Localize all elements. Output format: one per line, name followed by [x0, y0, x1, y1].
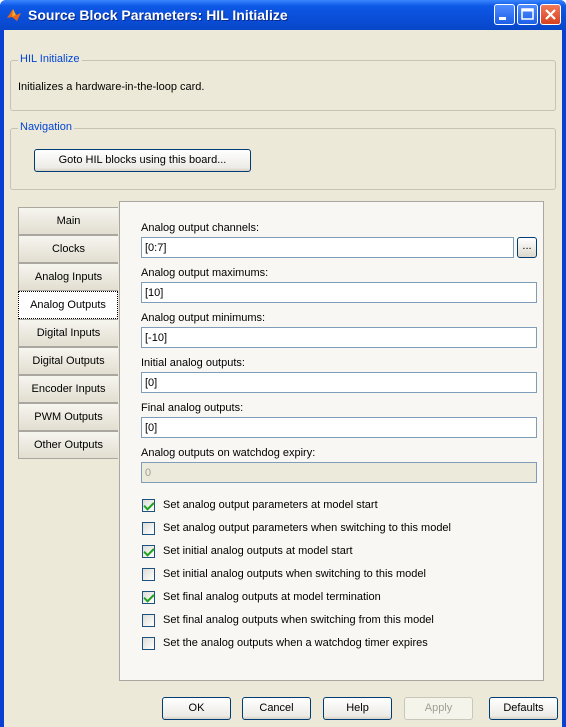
channels-label: Analog output channels: — [141, 222, 260, 234]
close-button[interactable] — [540, 4, 561, 25]
tab-analog-outputs[interactable]: Analog Outputs — [18, 291, 118, 319]
checkbox-set-params-at-start[interactable] — [142, 499, 155, 512]
description-group: HIL Initialize Initializes a hardware-in… — [10, 53, 556, 111]
tab-digital-inputs[interactable]: Digital Inputs — [18, 319, 118, 347]
checkbox-label: Set initial analog outputs at model star… — [163, 545, 353, 557]
dialog-window: Source Block Parameters: HIL Initialize … — [0, 0, 566, 727]
tab-main[interactable]: Main — [18, 207, 118, 235]
minimums-input[interactable] — [141, 327, 537, 348]
maximums-label: Analog output maximums: — [141, 267, 269, 279]
analog-outputs-panel: Analog output channels: ... Analog outpu… — [119, 201, 544, 681]
tab-digital-outputs[interactable]: Digital Outputs — [18, 347, 118, 375]
tab-analog-inputs[interactable]: Analog Inputs — [18, 263, 118, 291]
checkbox-label: Set the analog outputs when a watchdog t… — [163, 637, 428, 649]
goto-hil-blocks-button[interactable]: Goto HIL blocks using this board... — [34, 149, 251, 172]
checkbox-final-at-termination[interactable] — [142, 591, 155, 604]
maximize-icon — [521, 8, 534, 20]
window-title: Source Block Parameters: HIL Initialize — [28, 7, 288, 23]
matlab-logo-icon — [7, 9, 21, 21]
title-bar[interactable]: Source Block Parameters: HIL Initialize — [0, 0, 566, 30]
maximums-input[interactable] — [141, 282, 537, 303]
minimize-button[interactable] — [494, 4, 515, 25]
tab-other-outputs[interactable]: Other Outputs — [18, 431, 118, 459]
initial-outputs-label: Initial analog outputs: — [141, 357, 245, 369]
description-text: Initializes a hardware-in-the-loop card. — [18, 81, 205, 93]
channels-browse-button[interactable]: ... — [517, 237, 537, 258]
checkbox-initial-on-switch[interactable] — [142, 568, 155, 581]
final-outputs-input[interactable] — [141, 417, 537, 438]
checkbox-label: Set final analog outputs when switching … — [163, 614, 434, 626]
minimums-label: Analog output minimums: — [141, 312, 266, 324]
channels-input[interactable] — [141, 237, 514, 258]
window-right-border — [562, 30, 566, 727]
checkbox-set-params-on-switch[interactable] — [142, 522, 155, 535]
checkbox-watchdog-expiry[interactable] — [142, 637, 155, 650]
tab-encoder-inputs[interactable]: Encoder Inputs — [18, 375, 118, 403]
checkbox-final-on-switch[interactable] — [142, 614, 155, 627]
maximize-button[interactable] — [517, 4, 538, 25]
ok-button[interactable]: OK — [162, 697, 231, 720]
apply-button[interactable]: Apply — [404, 697, 473, 720]
checkbox-label: Set analog output parameters when switch… — [163, 522, 451, 534]
minimize-icon — [499, 17, 506, 20]
navigation-group: Navigation Goto HIL blocks using this bo… — [10, 121, 556, 190]
help-button[interactable]: Help — [323, 697, 392, 720]
initial-outputs-input[interactable] — [141, 372, 537, 393]
dialog-client-area: HIL Initialize Initializes a hardware-in… — [4, 30, 562, 727]
navigation-group-label: Navigation — [18, 121, 74, 133]
checkbox-label: Set analog output parameters at model st… — [163, 499, 378, 511]
watchdog-outputs-input — [141, 462, 537, 483]
tab-pwm-outputs[interactable]: PWM Outputs — [18, 403, 118, 431]
checkbox-label: Set final analog outputs at model termin… — [163, 591, 381, 603]
watchdog-outputs-label: Analog outputs on watchdog expiry: — [141, 447, 316, 459]
description-group-label: HIL Initialize — [18, 53, 82, 65]
tab-clocks[interactable]: Clocks — [18, 235, 118, 263]
close-icon — [545, 9, 556, 20]
cancel-button[interactable]: Cancel — [242, 697, 311, 720]
checkbox-label: Set initial analog outputs when switchin… — [163, 568, 426, 580]
defaults-button[interactable]: Defaults — [489, 697, 558, 720]
final-outputs-label: Final analog outputs: — [141, 402, 244, 414]
checkbox-initial-at-start[interactable] — [142, 545, 155, 558]
